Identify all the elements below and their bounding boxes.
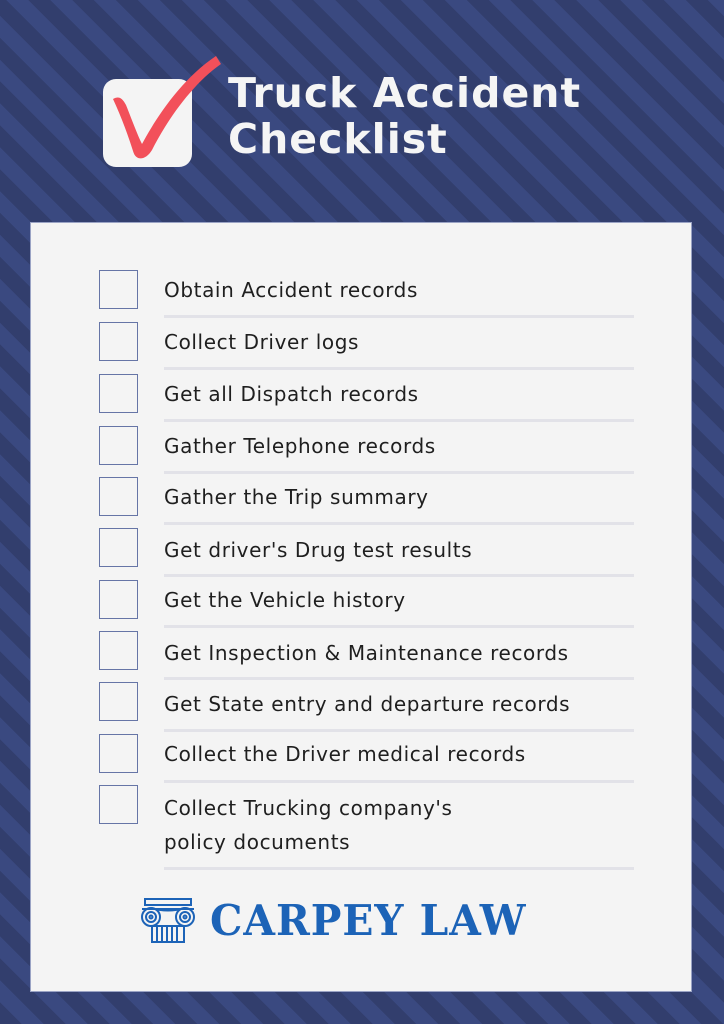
divider <box>164 471 634 474</box>
divider <box>164 729 634 732</box>
title-line-1: Truck Accident <box>228 69 582 117</box>
divider <box>164 574 634 577</box>
checklist-item-label: Get Inspection & Maintenance records <box>164 641 569 665</box>
checklist-item-label: Gather the Trip summary <box>164 485 429 509</box>
page-title: Truck Accident Checklist <box>228 70 581 162</box>
divider <box>164 522 634 525</box>
divider <box>164 419 634 422</box>
checkmark-icon <box>113 56 221 159</box>
title-line-2: Checklist <box>228 115 448 163</box>
checkbox[interactable] <box>99 631 138 670</box>
checkbox[interactable] <box>99 270 138 309</box>
ionic-column-icon <box>141 898 195 943</box>
checkbox[interactable] <box>99 426 138 465</box>
checkbox[interactable] <box>99 734 138 773</box>
divider <box>164 367 634 370</box>
divider <box>164 315 634 318</box>
checklist-item-label-line-2: policy documents <box>164 830 351 854</box>
checklist-item-label: Collect the Driver medical records <box>164 742 526 766</box>
checkbox[interactable] <box>99 580 138 619</box>
checklist-item-label-line-1: Collect Trucking company's <box>164 796 453 820</box>
divider <box>164 780 634 783</box>
checklist-item-label: Obtain Accident records <box>164 278 418 302</box>
checklist-card: Obtain Accident records Collect Driver l… <box>31 223 691 991</box>
divider <box>164 867 634 870</box>
brand-logo: CARPEY LAW <box>136 896 536 946</box>
checkbox[interactable] <box>99 322 138 361</box>
checklist-item-label: Collect Driver logs <box>164 330 360 354</box>
checklist-item-label: Get all Dispatch records <box>164 382 419 406</box>
checkbox[interactable] <box>99 785 138 824</box>
checkmark-stroke <box>113 56 221 159</box>
divider <box>164 625 634 628</box>
checklist-item-label: Gather Telephone records <box>164 434 436 458</box>
checkbox[interactable] <box>99 682 138 721</box>
checklist-item-label: Get driver's Drug test results <box>164 538 473 562</box>
divider <box>164 677 634 680</box>
checkbox[interactable] <box>99 477 138 516</box>
checkbox[interactable] <box>99 528 138 567</box>
checklist-item-label: Get State entry and departure records <box>164 692 571 716</box>
checklist-item-label: Get the Vehicle history <box>164 588 406 612</box>
brand-name: CARPEY LAW <box>210 896 527 945</box>
checkbox[interactable] <box>99 374 138 413</box>
